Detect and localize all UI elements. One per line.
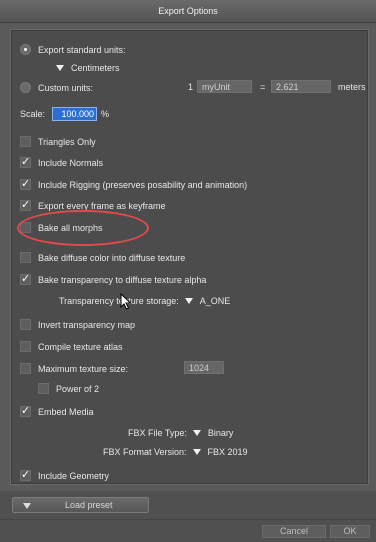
fbx-file-type-row[interactable]: FBX File Type: Binary <box>128 428 233 438</box>
load-preset-label: Load preset <box>65 500 113 510</box>
compile-atlas-label: Compile texture atlas <box>38 341 123 352</box>
ok-button[interactable]: OK <box>330 525 370 538</box>
custom-unit-name-field-wrap: myUnit <box>197 80 252 93</box>
embed-media-label: Embed Media <box>38 406 94 417</box>
scale-input[interactable]: 100.000 <box>52 107 98 121</box>
equals-label: = <box>260 82 266 92</box>
custom-units-radio[interactable] <box>20 82 31 93</box>
power-of-2-checkbox[interactable] <box>38 383 49 394</box>
scale-label: Scale: <box>20 109 46 119</box>
include-geometry-row[interactable]: Include Geometry <box>20 468 110 481</box>
footer-divider <box>0 519 376 520</box>
triangles-only-label: Triangles Only <box>38 136 96 147</box>
meters-label-wrap: meters <box>338 82 366 92</box>
custom-factor-field-wrap: 2.621 <box>271 80 331 93</box>
units-dropdown-value: Centimeters <box>71 63 120 73</box>
bake-diffuse-checkbox[interactable] <box>20 252 31 263</box>
fbx-format-label: FBX Format Version: <box>103 447 187 457</box>
options-panel: Export standard units: Centimeters Custo… <box>10 29 369 485</box>
export-keyframe-checkbox[interactable] <box>20 198 31 211</box>
window-title: Export Options <box>0 0 376 23</box>
invert-transparency-row[interactable]: Invert transparency map <box>20 319 135 330</box>
include-normals-row[interactable]: Include Normals <box>20 155 104 168</box>
bake-transparency-label: Bake transparency to diffuse texture alp… <box>38 274 207 285</box>
custom-units-row[interactable]: Custom units: <box>20 82 93 93</box>
equals-sign: = <box>260 82 265 92</box>
power-of-2-label: Power of 2 <box>56 383 100 394</box>
max-texture-label: Maximum texture size: <box>38 363 129 374</box>
bake-transparency-checkbox[interactable] <box>20 272 31 285</box>
include-rigging-row[interactable]: Include Rigging (preserves posability an… <box>20 177 248 190</box>
max-texture-field[interactable]: 1024 <box>184 361 224 374</box>
invert-transparency-checkbox[interactable] <box>20 319 31 330</box>
fbx-format-row[interactable]: FBX Format Version: FBX 2019 <box>103 447 248 457</box>
custom-units-label: Custom units: <box>38 82 94 93</box>
footer-bar: Load preset Cancel OK <box>0 491 376 542</box>
custom-count-value: 1 <box>188 82 194 92</box>
embed-media-row[interactable]: Embed Media <box>20 404 94 417</box>
triangles-only-checkbox[interactable] <box>20 136 31 147</box>
transparency-storage-row[interactable]: Transparency texture storage: A_ONE <box>59 296 230 306</box>
transparency-storage-label: Transparency texture storage: <box>59 296 179 306</box>
meters-label: meters <box>338 82 366 92</box>
scale-row: Scale: 100.000 % <box>20 107 109 121</box>
dropdown-arrow-icon <box>192 430 201 436</box>
standard-units-row[interactable]: Export standard units: <box>20 44 126 55</box>
max-texture-checkbox[interactable] <box>20 363 31 374</box>
load-preset-button[interactable]: Load preset <box>12 497 149 513</box>
include-geometry-checkbox[interactable] <box>20 468 31 481</box>
standard-units-radio[interactable] <box>20 44 31 55</box>
power-of-2-row[interactable]: Power of 2 <box>38 383 99 394</box>
fbx-file-type-value[interactable]: Binary <box>208 428 234 438</box>
units-dropdown[interactable]: Centimeters <box>56 63 120 73</box>
cancel-button[interactable]: Cancel <box>262 525 326 538</box>
fbx-file-type-label: FBX File Type: <box>128 428 187 438</box>
compile-atlas-row[interactable]: Compile texture atlas <box>20 341 123 352</box>
include-normals-checkbox[interactable] <box>20 155 31 168</box>
include-rigging-checkbox[interactable] <box>20 177 31 190</box>
chevron-down-icon <box>23 503 31 509</box>
max-texture-row[interactable]: Maximum texture size: <box>20 363 128 374</box>
custom-factor-field[interactable]: 2.621 <box>271 80 331 93</box>
embed-media-checkbox[interactable] <box>20 404 31 417</box>
dropdown-arrow-icon <box>192 449 201 455</box>
max-texture-field-wrap: 1024 <box>184 361 224 374</box>
bake-diffuse-row[interactable]: Bake diffuse color into diffuse texture <box>20 252 185 263</box>
include-geometry-label: Include Geometry <box>38 470 110 481</box>
bake-diffuse-label: Bake diffuse color into diffuse texture <box>38 252 186 263</box>
custom-count: 1 <box>188 82 193 92</box>
invert-transparency-label: Invert transparency map <box>38 319 136 330</box>
dropdown-arrow-icon <box>184 298 193 304</box>
scale-unit: % <box>101 109 110 119</box>
mouse-cursor-icon <box>120 293 132 310</box>
include-normals-label: Include Normals <box>38 157 104 168</box>
include-rigging-label: Include Rigging (preserves posability an… <box>38 179 248 190</box>
fbx-format-value[interactable]: FBX 2019 <box>208 447 248 457</box>
compile-atlas-checkbox[interactable] <box>20 341 31 352</box>
triangles-only-row[interactable]: Triangles Only <box>20 136 96 147</box>
custom-unit-name-field[interactable]: myUnit <box>197 80 252 93</box>
annotation-circle <box>17 210 149 246</box>
bake-transparency-row[interactable]: Bake transparency to diffuse texture alp… <box>20 272 207 285</box>
export-keyframe-label: Export every frame as keyframe <box>38 200 166 211</box>
transparency-storage-value[interactable]: A_ONE <box>200 296 231 306</box>
standard-units-label: Export standard units: <box>38 44 126 55</box>
dropdown-arrow-icon <box>56 65 64 71</box>
